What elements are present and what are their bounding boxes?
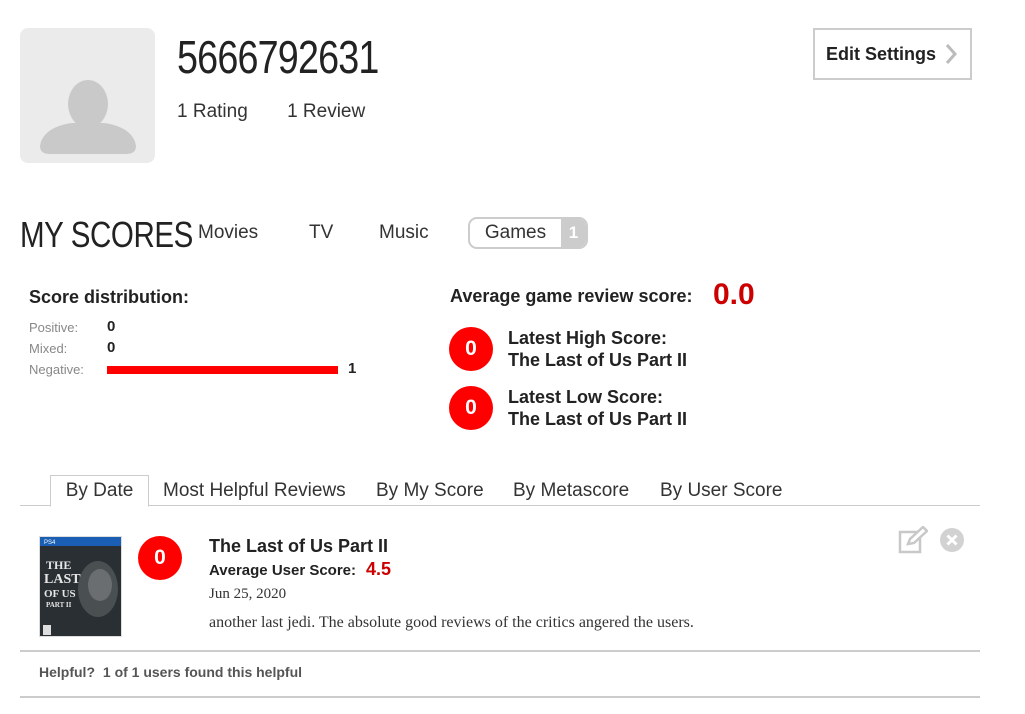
average-user-score-label: Average User Score: — [209, 562, 357, 579]
tab-by-my-score[interactable]: By My Score — [376, 480, 484, 502]
average-user-score-value: 4.5 — [366, 559, 392, 579]
latest-high-score-badge: 0 — [449, 327, 493, 371]
nav-games-label: Games — [484, 222, 547, 243]
positive-count: 0 — [107, 318, 116, 335]
cover-title-3: OF US — [44, 588, 76, 600]
delete-review-icon[interactable] — [939, 527, 965, 558]
cover-title-1: THE — [46, 558, 71, 572]
chevron-right-icon — [945, 44, 958, 64]
average-score-value: 0.0 — [713, 278, 755, 311]
review-text: another last jedi. The absolute good rev… — [209, 614, 694, 631]
helpful-row: Helpful? 1 of 1 users found this helpful — [39, 664, 302, 680]
reviews-count[interactable]: 1 Review — [287, 101, 365, 122]
game-cover-image[interactable]: PS4 THE LAST OF US PART II — [39, 536, 122, 637]
latest-low-game-link[interactable]: The Last of Us Part II — [508, 408, 687, 430]
latest-high-score: Latest High Score: The Last of Us Part I… — [508, 327, 687, 371]
latest-low-score-badge: 0 — [449, 386, 493, 430]
bottom-divider — [20, 696, 980, 698]
latest-low-score: Latest Low Score: The Last of Us Part II — [508, 386, 687, 430]
tab-by-date[interactable]: By Date — [50, 475, 149, 507]
username: 5666792631 — [177, 31, 379, 83]
mixed-label: Mixed: — [29, 341, 68, 356]
review-date: Jun 25, 2020 — [209, 586, 287, 602]
ratings-count[interactable]: 1 Rating — [177, 101, 248, 122]
tab-by-user-score[interactable]: By User Score — [660, 480, 782, 502]
nav-games[interactable]: Games 1 — [468, 217, 588, 249]
nav-tv[interactable]: TV — [309, 222, 333, 244]
tabs-divider — [20, 505, 980, 506]
latest-high-game-link[interactable]: The Last of Us Part II — [508, 349, 687, 371]
nav-games-count: 1 — [561, 219, 586, 247]
cover-art: PS4 THE LAST OF US PART II — [40, 537, 121, 636]
latest-high-label: Latest High Score: — [508, 328, 668, 348]
helpful-label: Helpful? — [39, 664, 95, 680]
latest-low-label: Latest Low Score: — [508, 387, 664, 407]
my-scores-title: MY SCORES — [20, 214, 193, 255]
helpful-count: 1 of 1 users found this helpful — [102, 664, 303, 680]
review-divider — [20, 650, 980, 652]
review-score-badge: 0 — [138, 536, 182, 580]
user-silhouette-icon — [40, 80, 136, 154]
positive-label: Positive: — [29, 320, 79, 335]
review-game-link[interactable]: The Last of Us Part II — [209, 536, 388, 557]
nav-music[interactable]: Music — [379, 222, 429, 244]
negative-bar — [107, 366, 338, 374]
negative-label: Negative: — [29, 362, 84, 377]
avatar — [20, 28, 155, 163]
cover-platform: PS4 — [44, 540, 56, 546]
profile-counts: 1 Rating 1 Review — [177, 101, 399, 123]
score-distribution-title: Score distribution: — [29, 287, 190, 307]
average-score-label: Average game review score: — [450, 286, 693, 306]
cover-title-2: LAST — [44, 572, 81, 587]
mixed-count: 0 — [107, 339, 116, 356]
edit-settings-button[interactable]: Edit Settings — [813, 28, 972, 80]
negative-count: 1 — [348, 360, 357, 377]
cover-title-4: PART II — [46, 601, 72, 609]
tab-most-helpful[interactable]: Most Helpful Reviews — [163, 480, 346, 502]
nav-movies[interactable]: Movies — [198, 222, 258, 244]
tab-by-metascore[interactable]: By Metascore — [513, 480, 629, 502]
edit-settings-label: Edit Settings — [826, 43, 937, 64]
edit-review-icon[interactable] — [898, 525, 929, 559]
